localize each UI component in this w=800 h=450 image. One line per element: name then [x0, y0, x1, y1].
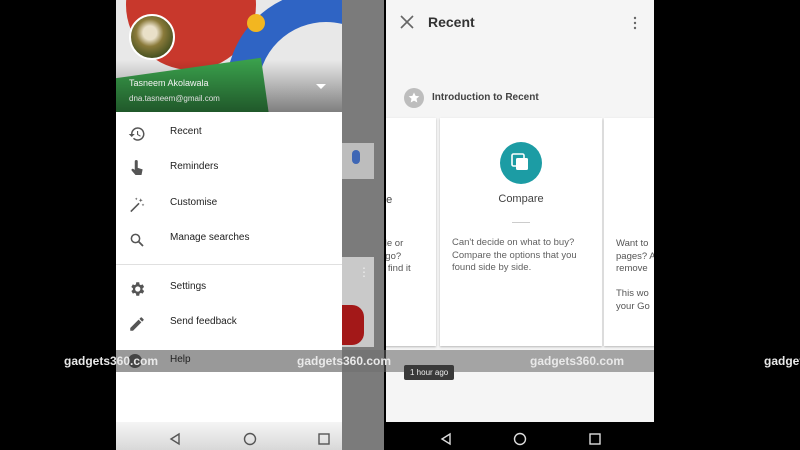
navigation-bar: [116, 422, 342, 450]
navigation-drawer: Tasneem Akolawala dna.tasneem@gmail.com …: [116, 0, 342, 450]
drawer-item-reminders[interactable]: Reminders: [116, 152, 342, 186]
timestamp-tooltip: 1 hour ago: [404, 365, 455, 380]
intro-card-previous[interactable]: ge cle or ago? d find it: [386, 118, 436, 346]
card-title: ge: [386, 194, 393, 206]
star-icon: [404, 88, 424, 108]
close-icon[interactable]: [400, 15, 414, 29]
drawer-item-customise[interactable]: Customise: [116, 188, 342, 222]
background-app-view: ⋮: [342, 0, 384, 450]
header-decoration: [247, 14, 265, 32]
drawer-item-help[interactable]: Help: [170, 354, 191, 365]
mic-icon: [352, 150, 360, 164]
history-icon: [128, 125, 146, 143]
magic-wand-icon: [128, 196, 146, 214]
background-image: [342, 305, 364, 345]
compare-icon: [500, 142, 542, 184]
drawer-item-settings[interactable]: Settings: [116, 272, 342, 306]
watermark-text: gadgets360.com: [530, 354, 625, 368]
drawer-item-send-feedback[interactable]: Send feedback: [116, 307, 342, 341]
watermark-text: gadgets360.com: [297, 354, 392, 368]
watermark-text: gadgets360.com: [64, 354, 159, 368]
card-divider: [512, 222, 530, 223]
drawer-item-label: Manage searches: [170, 232, 250, 243]
intro-card-compare[interactable]: Compare Can't decide on what to buy? Com…: [440, 118, 602, 346]
recents-icon[interactable]: [317, 432, 333, 448]
drawer-item-label: Customise: [170, 197, 218, 208]
account-name: Tasneem Akolawala: [129, 78, 209, 88]
intro-label: Introduction to Recent: [432, 92, 539, 103]
card-description: Want to pages? A remove: [616, 238, 654, 274]
avatar[interactable]: [129, 14, 175, 60]
account-email: dna.tasneem@gmail.com: [129, 94, 220, 103]
recent-screen: Recent Introduction to Recent ge cle or …: [386, 0, 654, 450]
drawer-item-manage-searches[interactable]: Manage searches: [116, 223, 342, 257]
search-icon: [128, 231, 146, 249]
home-icon[interactable]: [243, 432, 259, 448]
more-vert-icon[interactable]: [632, 16, 638, 30]
recents-icon[interactable]: [588, 432, 604, 448]
intro-card-next[interactable]: Want to pages? A remove This wo your Go: [604, 118, 654, 346]
hand-pointer-icon: [128, 160, 146, 178]
card-description: Can't decide on what to buy? Compare the…: [452, 237, 577, 273]
drawer-header: Tasneem Akolawala dna.tasneem@gmail.com: [116, 0, 342, 112]
back-icon[interactable]: [168, 432, 184, 448]
drawer-item-label: Send feedback: [170, 316, 237, 327]
gear-icon: [128, 280, 146, 298]
back-icon[interactable]: [439, 432, 455, 448]
intro-header: Introduction to Recent: [404, 88, 644, 108]
drawer-item-label: Settings: [170, 281, 207, 292]
watermark-text: gadgets: [764, 354, 800, 368]
card-description: cle or ago? d find it: [386, 238, 411, 274]
card-description: This wo your Go: [616, 288, 650, 312]
drawer-divider: [116, 264, 342, 265]
card-title: Compare: [498, 193, 544, 205]
more-vert-icon: ⋮: [358, 265, 370, 279]
drawer-item-label: Reminders: [170, 161, 219, 172]
drawer-item-label: Recent: [170, 126, 202, 137]
page-title: Recent: [428, 14, 475, 30]
home-icon[interactable]: [513, 432, 529, 448]
toolbar: Recent: [386, 0, 654, 44]
account-switcher-caret-icon[interactable]: [316, 84, 326, 89]
pencil-icon: [128, 315, 146, 333]
drawer-item-recent[interactable]: Recent: [116, 117, 342, 151]
